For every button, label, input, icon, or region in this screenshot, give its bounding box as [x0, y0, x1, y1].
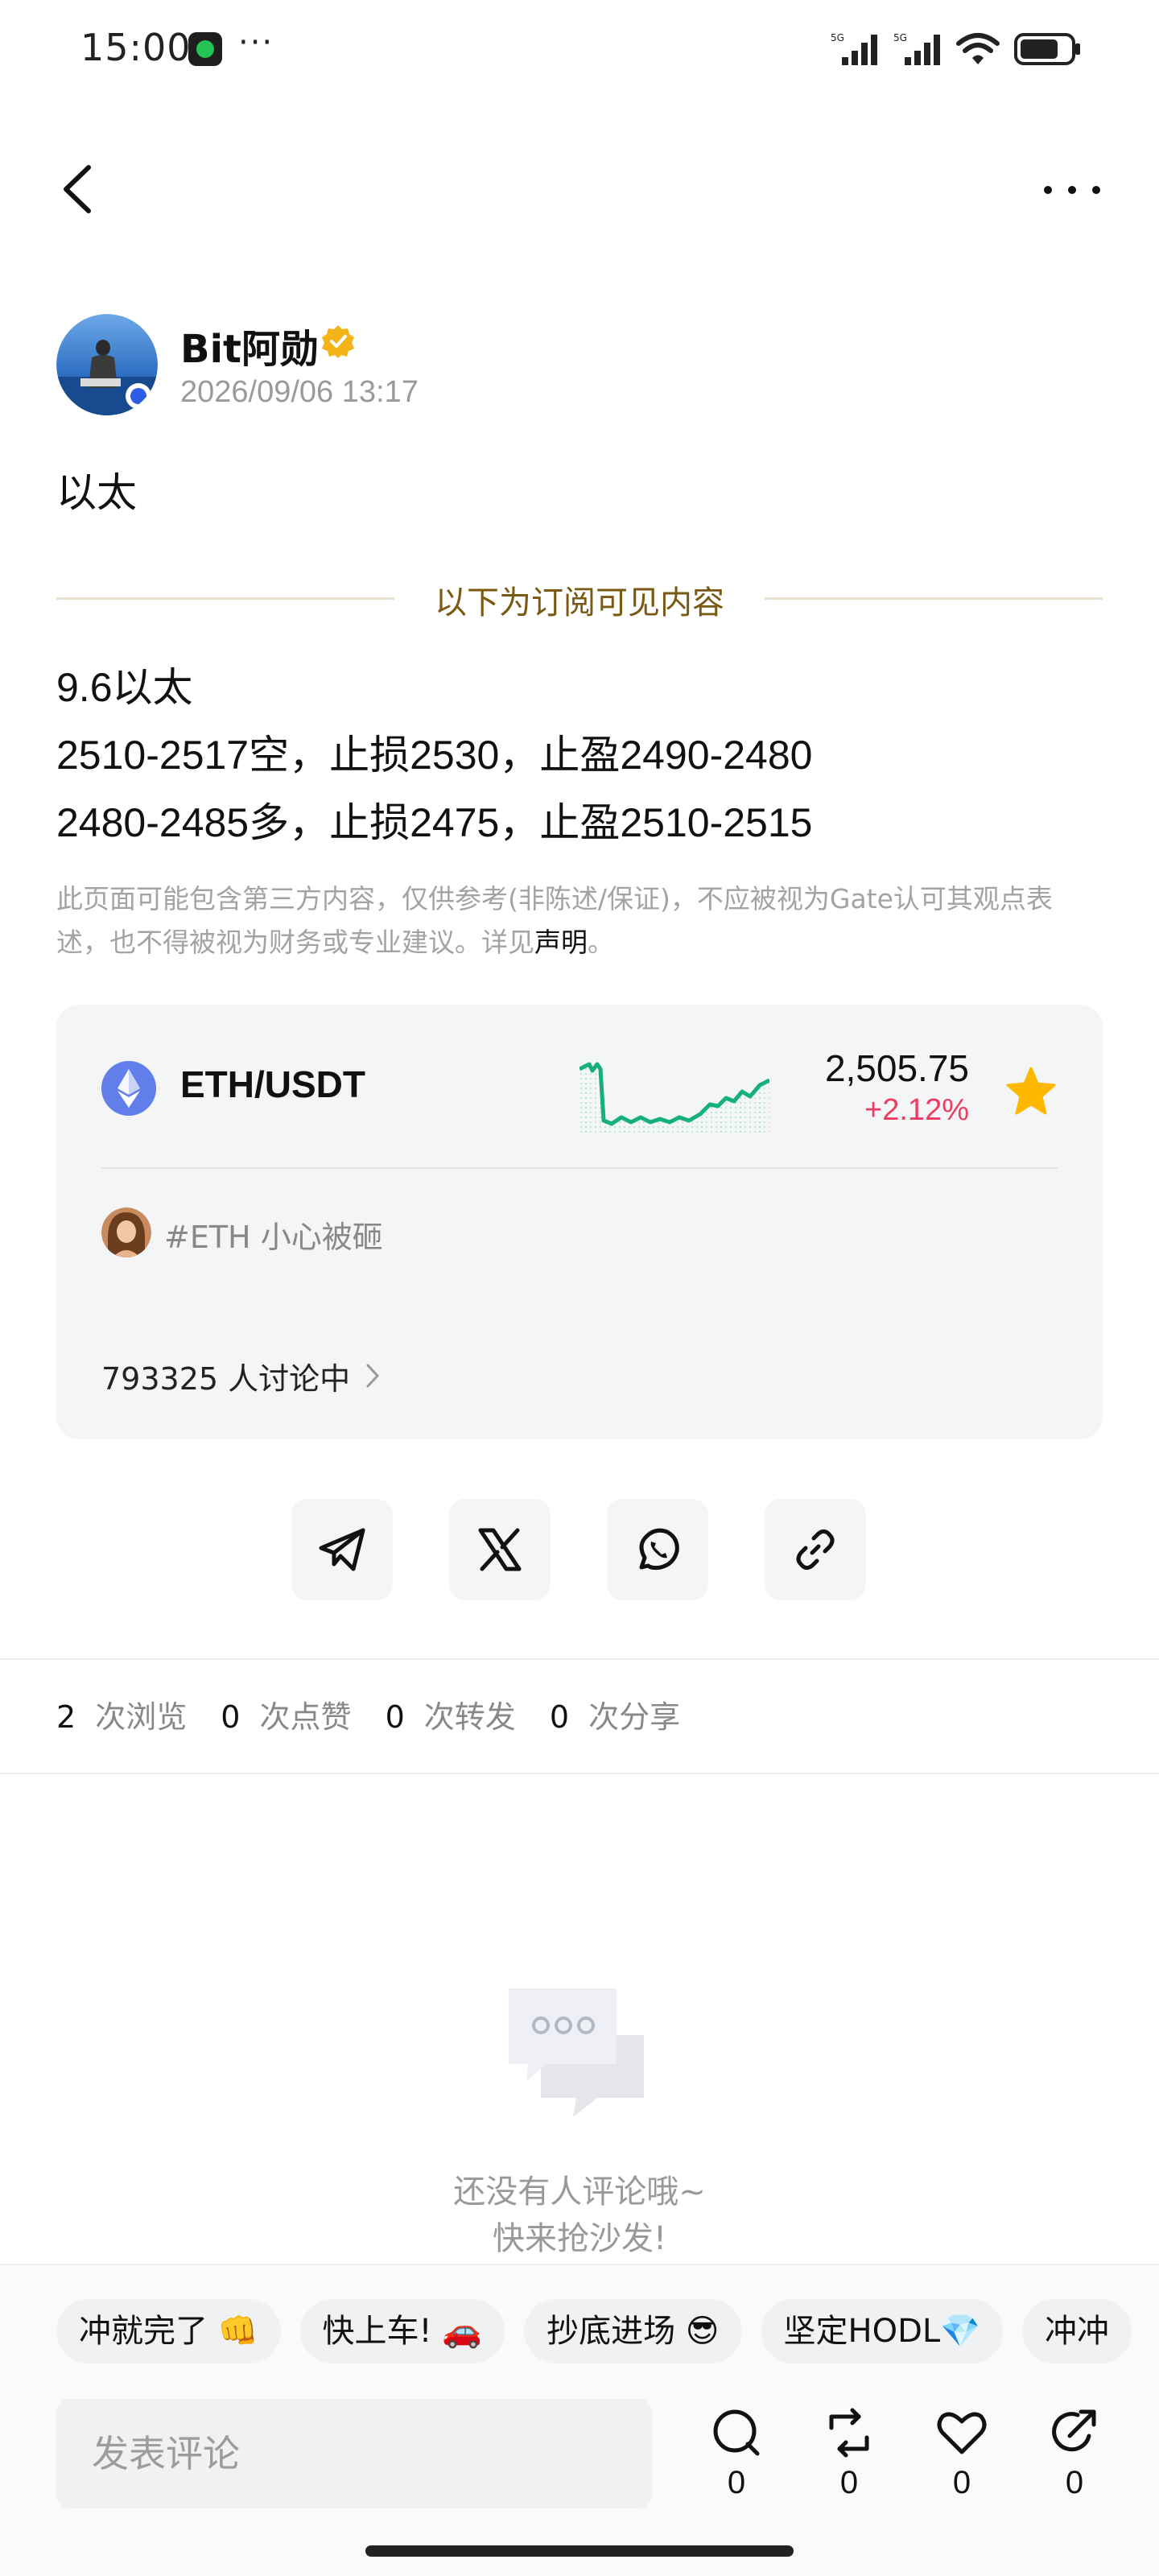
- quick-reply-chip[interactable]: 坚定HODL💎: [761, 2299, 1003, 2363]
- repost-count: 0: [839, 2465, 859, 2500]
- likes-label: 次点赞: [259, 1699, 352, 1735]
- shares-label: 次分享: [588, 1699, 681, 1735]
- post-line: 2510-2517空，止损2530，止盈2490-2480: [56, 733, 813, 778]
- discussion-link[interactable]: 793325 人讨论中: [101, 1354, 381, 1398]
- whatsapp-icon: [639, 1528, 679, 1571]
- author-avatar[interactable]: [56, 314, 158, 415]
- post-timestamp: 2026/09/06 13:17: [180, 375, 419, 409]
- chevron-right-icon: [365, 1361, 381, 1397]
- empty-comments-icon: [509, 1988, 644, 2117]
- divider: [0, 1658, 1159, 1660]
- share-action[interactable]: 0: [1038, 2407, 1111, 2512]
- share-x-button[interactable]: [449, 1499, 551, 1600]
- disclaimer-link[interactable]: 声明: [534, 927, 588, 958]
- subscription-divider: 以下为订阅可见内容: [56, 573, 1103, 621]
- like-count: 0: [952, 2465, 971, 2500]
- empty-line-1: 还没有人评论哦~: [453, 2174, 706, 2211]
- share-count: 0: [1065, 2465, 1084, 2500]
- post-line: 2480-2485多，止损2475，止盈2510-2515: [56, 800, 813, 845]
- telegram-icon: [319, 1528, 365, 1571]
- x-icon: [478, 1528, 522, 1571]
- post-body: 9.6以太 2510-2517空，止损2530，止盈2490-2480 2480…: [56, 654, 1103, 857]
- disclaimer: 此页面可能包含第三方内容，仅供参考(非陈述/保证)，不应被视为Gate认可其观点…: [56, 877, 1103, 964]
- signal-icon: 5G: [831, 32, 877, 65]
- topic-avatar: [101, 1208, 151, 1257]
- share-row: [291, 1499, 871, 1600]
- disclaimer-end: 。: [588, 927, 614, 958]
- views-label: 次浏览: [95, 1699, 188, 1735]
- divider-line-right: [765, 597, 1103, 600]
- divider: [0, 1773, 1159, 1774]
- quick-reply-chip[interactable]: 快上车! 🚗: [299, 2299, 505, 2363]
- topic-tag[interactable]: #ETH 小心被砸: [164, 1212, 383, 1257]
- svg-text:5G: 5G: [831, 32, 844, 43]
- post-title: 以太: [56, 469, 137, 516]
- price: 2,505.75: [824, 1047, 969, 1089]
- repost-action[interactable]: 0: [813, 2407, 885, 2512]
- status-indicators: 5G 5G: [831, 29, 1082, 69]
- author-avatar-image: [56, 314, 158, 415]
- home-indicator[interactable]: [365, 2545, 794, 2557]
- like-action[interactable]: 0: [926, 2407, 998, 2512]
- more-dots-icon: [1044, 186, 1100, 194]
- trading-pair: ETH/USDT: [180, 1063, 365, 1105]
- eth-icon: [101, 1061, 156, 1116]
- price-sparkline: [580, 1062, 769, 1133]
- quick-reply-chip[interactable]: 冲冲: [1021, 2299, 1132, 2363]
- repost-icon: [829, 2408, 869, 2458]
- back-button[interactable]: [55, 161, 103, 217]
- quick-reply-chip[interactable]: 冲就完了 👊: [56, 2299, 281, 2363]
- empty-line-2: 快来抢沙发!: [492, 2220, 667, 2257]
- market-card[interactable]: ETH/USDT 2,505.75 +2.12% #ETH 小心被砸 79332…: [56, 1005, 1103, 1439]
- share-telegram-button[interactable]: [291, 1499, 393, 1600]
- comment-input-box[interactable]: [56, 2399, 674, 2508]
- quick-reply-chips: 冲就完了 👊 快上车! 🚗 抄底进场 😎 坚定HODL💎 冲冲: [56, 2299, 1151, 2363]
- verified-badge-icon: [322, 325, 354, 358]
- svg-text:5G: 5G: [893, 32, 907, 43]
- likes-count: 0: [221, 1699, 241, 1735]
- comment-count: 0: [727, 2465, 746, 2500]
- topic-avatar-image: [101, 1208, 151, 1257]
- share-icon: [1052, 2409, 1096, 2452]
- card-divider: [101, 1167, 1058, 1169]
- comment-action[interactable]: 0: [700, 2407, 773, 2512]
- post-stats: 2 次浏览 0 次点赞 0 次转发 0 次分享: [56, 1692, 704, 1736]
- app-notification-icon: [188, 32, 222, 66]
- reposts-label: 次转发: [423, 1699, 516, 1735]
- shares-count: 0: [549, 1699, 570, 1735]
- post-detail-page: 15:00 ··· 5G 5G Bit阿勋 2026/09/06 13:17 以…: [0, 0, 1159, 2576]
- share-whatsapp-button[interactable]: [607, 1499, 708, 1600]
- signal-2-icon: 5G: [893, 32, 940, 65]
- battery-icon: [1014, 33, 1080, 65]
- chevron-left-icon: [64, 165, 91, 213]
- subscription-notice: 以下为订阅可见内容: [435, 584, 724, 621]
- wifi-icon: [956, 33, 1000, 64]
- post-line: 9.6以太: [56, 665, 193, 710]
- author-name[interactable]: Bit阿勋: [180, 317, 319, 374]
- more-options-button[interactable]: [1040, 166, 1104, 214]
- views-count: 2: [56, 1699, 76, 1735]
- comment-input[interactable]: [56, 2399, 674, 2508]
- status-time: 15:00: [80, 26, 192, 69]
- reposts-count: 0: [385, 1699, 405, 1735]
- status-bar: 15:00 ··· 5G 5G: [0, 0, 1159, 97]
- comment-icon: [713, 2409, 760, 2456]
- link-icon: [796, 1529, 835, 1571]
- favorite-star-icon[interactable]: [1004, 1064, 1058, 1117]
- empty-comments-text: 还没有人评论哦~ 快来抢沙发!: [0, 2169, 1159, 2262]
- copy-link-button[interactable]: [765, 1499, 866, 1600]
- quick-reply-chip[interactable]: 抄底进场 😎: [524, 2299, 742, 2363]
- discussion-count: 793325 人讨论中: [101, 1361, 351, 1397]
- price-change: +2.12%: [864, 1093, 969, 1127]
- heart-icon: [937, 2412, 987, 2454]
- status-more-icon: ···: [238, 24, 274, 61]
